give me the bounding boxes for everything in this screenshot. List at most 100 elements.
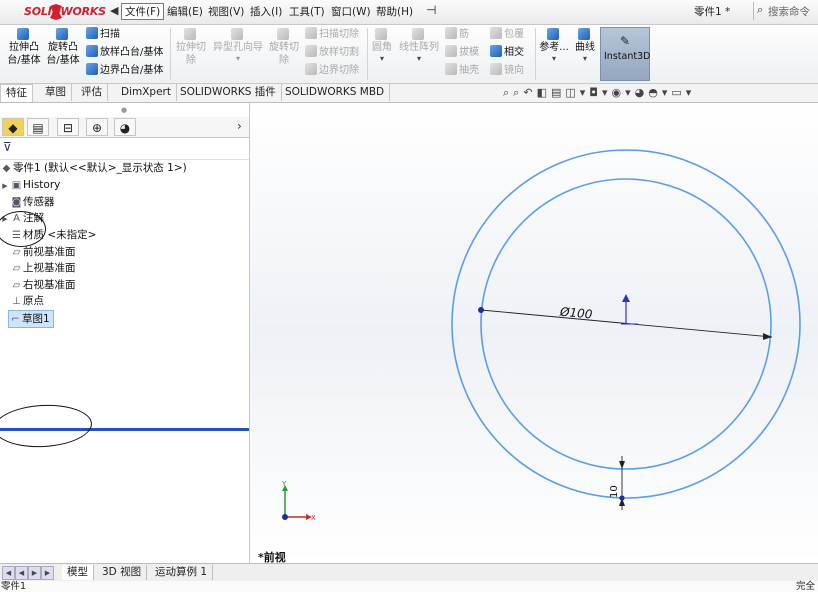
rib-button[interactable]: 筋	[445, 27, 469, 43]
menu-edit[interactable]: 编辑(E)	[167, 4, 203, 19]
title-bar: SOLIDWORKS ◀ 文件(F) 编辑(E) 视图(V) 插入(I) 工具(…	[0, 0, 818, 25]
tree-item-label: History	[23, 179, 61, 191]
scene-icon[interactable]: ◓▾	[648, 86, 671, 99]
tree-item-sketch1[interactable]: ⌐ 草图1	[8, 310, 54, 328]
linear-pattern-button[interactable]: 线性阵列 ▾	[397, 28, 441, 63]
configuration-manager-tab-icon[interactable]: ⊟	[57, 118, 79, 136]
next-tab-icon[interactable]: ▶	[28, 566, 41, 580]
revolve-cut-label-1: 旋转切	[269, 42, 299, 53]
expand-arrow-icon[interactable]: ▶	[0, 178, 10, 194]
menu-window[interactable]: 窗口(W)	[331, 4, 371, 19]
menu-file[interactable]: 文件(F)	[121, 3, 165, 20]
tab-motion-study[interactable]: 运动算例 1	[150, 565, 214, 580]
dimxpert-manager-tab-icon[interactable]: ⊕	[86, 118, 108, 136]
tree-filter-row[interactable]: ⊽	[0, 138, 249, 160]
previous-tab-icon[interactable]: ◀	[15, 566, 28, 580]
loft-cut-button[interactable]: 放样切割	[305, 45, 359, 61]
shell-button[interactable]: 抽壳	[445, 63, 479, 79]
boundary-cut-button[interactable]: 边界切除	[305, 63, 359, 79]
tree-item-sensors[interactable]: ◙ 传感器	[0, 194, 55, 210]
model-tabs-bar: ◀ ◀ ▶ ▶ 模型 3D 视图 运动算例 1	[0, 563, 818, 581]
extrude-cut-icon	[174, 28, 208, 41]
hole-wizard-button[interactable]: 异型孔向导 ▾	[210, 28, 266, 63]
revolve-boss-button[interactable]: 旋转凸 台/基体	[45, 28, 81, 67]
intersect-button[interactable]: 相交	[490, 45, 524, 61]
appearance-icon[interactable]: ◕	[635, 86, 649, 99]
previous-view-icon[interactable]: ↶	[523, 86, 536, 99]
menu-help[interactable]: 帮助(H)	[376, 4, 413, 19]
search-input[interactable]: 搜索命令	[768, 4, 810, 19]
extrude-boss-button[interactable]: 拉伸凸 台/基体	[6, 28, 42, 67]
curves-label: 曲线	[575, 42, 595, 53]
mirror-button[interactable]: 镜向	[490, 63, 524, 79]
chevron-right-icon[interactable]: ›	[237, 119, 242, 133]
zoom-to-fit-icon[interactable]: ⌕	[503, 86, 513, 99]
extrude-cut-button[interactable]: 拉伸切 除	[174, 28, 208, 67]
display-style-icon[interactable]: ◘▾	[589, 86, 611, 99]
pin-icon[interactable]: ⊣	[426, 3, 436, 17]
tree-item-history[interactable]: ▶ ▣ History	[0, 177, 60, 193]
fillet-dropdown-icon[interactable]: ▾	[369, 54, 395, 63]
offset-dimension-text[interactable]: 10	[609, 485, 620, 498]
revolve-cut-button[interactable]: 旋转切 除	[267, 28, 301, 67]
reference-dropdown-icon[interactable]: ▾	[538, 54, 570, 63]
boundary-boss-button[interactable]: 边界凸台/基体	[86, 63, 163, 79]
tab-sketch[interactable]: 草图	[40, 84, 72, 101]
menu-insert[interactable]: 插入(I)	[250, 4, 282, 19]
hole-wizard-dropdown-icon[interactable]: ▾	[210, 54, 266, 63]
last-tab-icon[interactable]: ▶	[41, 566, 54, 580]
status-document-name: 零件1	[1, 581, 27, 592]
menu-expand-arrow-icon[interactable]: ◀	[110, 4, 118, 17]
tab-3d-view[interactable]: 3D 视图	[97, 565, 148, 580]
tree-item-top-plane[interactable]: ▱ 上视基准面	[0, 260, 76, 276]
tree-item-front-plane[interactable]: ▱ 前视基准面	[0, 244, 76, 260]
tab-solidworks-mbd[interactable]: SOLIDWORKS MBD	[280, 84, 391, 101]
dynamic-annotation-icon[interactable]: ▤	[551, 86, 565, 99]
reference-geometry-button[interactable]: 参考... ▾	[538, 28, 570, 63]
diameter-dimension-text[interactable]: Ø100	[558, 305, 593, 322]
panel-grip-icon[interactable]: ●	[121, 106, 127, 114]
display-manager-tab-icon[interactable]: ◕	[114, 118, 136, 136]
toolbar-separator	[535, 28, 536, 80]
feature-manager-tab-icon[interactable]: ◆	[2, 118, 24, 136]
instant3d-button[interactable]: ✎ Instant3D	[600, 27, 650, 81]
tab-dimxpert[interactable]: DimXpert	[116, 84, 177, 101]
property-manager-tab-icon[interactable]: ▤	[27, 118, 49, 136]
tree-item-origin[interactable]: ⊥ 原点	[0, 293, 44, 309]
curves-dropdown-icon[interactable]: ▾	[572, 54, 598, 63]
tree-item-label: 右视基准面	[23, 279, 76, 291]
view-orientation-icon[interactable]: ◫▾	[565, 86, 589, 99]
tab-features[interactable]: 特征	[0, 84, 33, 102]
sketch-point[interactable]	[619, 495, 625, 501]
first-tab-icon[interactable]: ◀	[2, 566, 15, 580]
graphics-area[interactable]: Ø100 10 Y X	[250, 103, 818, 563]
search-commands-box[interactable]: ⌕ 搜索命令	[753, 2, 818, 20]
sketch-point[interactable]	[478, 307, 484, 313]
tab-solidworks-addins[interactable]: SOLIDWORKS 插件	[175, 84, 282, 101]
hole-wizard-label: 异型孔向导	[213, 42, 263, 53]
hide-show-icon[interactable]: ◉▾	[612, 86, 635, 99]
annotation-circle	[0, 402, 94, 450]
status-bar: 零件1 完全	[0, 581, 818, 592]
sweep-cut-button[interactable]: 扫描切除	[305, 27, 359, 43]
plane-icon: ▱	[12, 247, 21, 258]
filter-icon[interactable]: ⊽	[3, 140, 12, 154]
curves-button[interactable]: 曲线 ▾	[572, 28, 598, 63]
view-settings-icon[interactable]: ▭▾	[671, 86, 695, 99]
tree-root-part[interactable]: ◆ 零件1 (默认<<默认>_显示状态 1>)	[0, 160, 187, 176]
menu-view[interactable]: 视图(V)	[208, 4, 244, 19]
loft-boss-button[interactable]: 放样凸台/基体	[86, 45, 163, 61]
tab-model[interactable]: 模型	[62, 565, 94, 580]
draft-button[interactable]: 拔模	[445, 45, 479, 61]
wrap-button[interactable]: 包覆	[490, 27, 524, 43]
heads-up-view-toolbar[interactable]: ⌕⌕↶◧▤◫▾◘▾◉▾◕◓▾▭▾	[503, 86, 695, 100]
sweep-button[interactable]: 扫描	[86, 27, 120, 43]
menu-tools[interactable]: 工具(T)	[289, 4, 325, 19]
fillet-button[interactable]: 圆角 ▾	[369, 28, 395, 63]
origin-icon: ⊥	[12, 296, 21, 307]
tab-evaluate[interactable]: 评估	[76, 84, 108, 101]
section-view-icon[interactable]: ◧	[537, 86, 551, 99]
zoom-area-icon[interactable]: ⌕	[513, 86, 523, 99]
linear-pattern-dropdown-icon[interactable]: ▾	[397, 54, 441, 63]
tree-item-right-plane[interactable]: ▱ 右视基准面	[0, 277, 76, 293]
